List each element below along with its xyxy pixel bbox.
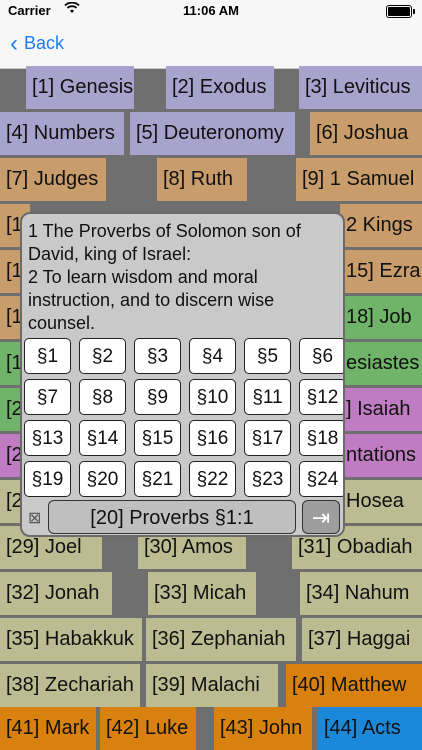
section-button[interactable]: §9 (134, 379, 181, 415)
section-button[interactable]: §8 (79, 379, 126, 415)
book-zephaniah[interactable]: [36] Zephaniah (146, 618, 296, 661)
verse-line: instruction, and to discern wise (28, 290, 275, 310)
book-nahum[interactable]: [34] Nahum (300, 572, 422, 615)
status-bar: Carrier 11:06 AM (0, 0, 422, 24)
section-button[interactable]: §6 (299, 338, 343, 374)
back-label: Back (24, 33, 65, 53)
book-1-samuel[interactable]: [9] 1 Samuel (296, 158, 422, 201)
section-button[interactable]: §15 (134, 420, 181, 456)
section-button[interactable]: §21 (134, 461, 181, 497)
battery-icon (386, 5, 415, 18)
book-john[interactable]: [43] John (214, 707, 312, 750)
section-button[interactable]: §7 (24, 379, 71, 415)
section-button[interactable]: §20 (79, 461, 126, 497)
section-button[interactable]: §1 (24, 338, 71, 374)
section-button[interactable]: §2 (79, 338, 126, 374)
section-button[interactable]: §5 (244, 338, 291, 374)
book-haggai[interactable]: [37] Haggai (302, 618, 422, 661)
navigation-bar: ‹ Back (0, 24, 422, 69)
section-button[interactable]: §18 (299, 420, 343, 456)
book-matthew[interactable]: [40] Matthew (286, 664, 422, 707)
book-isaiah[interactable]: ] Isaiah (340, 388, 422, 431)
verse-popup: 1 The Proverbs of Solomon son of David, … (20, 212, 345, 537)
book-zechariah[interactable]: [38] Zechariah (0, 664, 140, 707)
section-button[interactable]: §24 (299, 461, 343, 497)
go-to-icon[interactable]: ⇥ (302, 500, 340, 534)
section-button[interactable]: §3 (134, 338, 181, 374)
book-deuteronomy[interactable]: [5] Deuteronomy (130, 112, 295, 155)
book-ecclesiastes[interactable]: esiastes (340, 342, 422, 385)
book-acts[interactable]: [44] Acts (318, 707, 422, 750)
section-button[interactable]: §12 (299, 379, 343, 415)
book-ruth[interactable]: [8] Ruth (157, 158, 247, 201)
verse-line: David, king of Israel: (28, 244, 192, 264)
book-ezra[interactable]: 15] Ezra (340, 250, 422, 293)
current-reference-button[interactable]: [20] Proverbs §1:1 (48, 500, 296, 534)
book-habakkuk[interactable]: [35] Habakkuk (0, 618, 142, 661)
section-button[interactable]: §10 (189, 379, 236, 415)
book-leviticus[interactable]: [3] Leviticus (299, 66, 422, 109)
book-jonah[interactable]: [32] Jonah (0, 572, 112, 615)
clear-icon[interactable]: ⊠ (28, 508, 41, 528)
section-button[interactable]: §17 (244, 420, 291, 456)
book-malachi[interactable]: [39] Malachi (146, 664, 278, 707)
verse-preview: 1 The Proverbs of Solomon son of David, … (28, 220, 338, 335)
verse-line: 2 To learn wisdom and moral (28, 267, 258, 287)
book-judges[interactable]: [7] Judges (0, 158, 106, 201)
book-hosea[interactable]: Hosea (340, 480, 422, 523)
book-numbers[interactable]: [4] Numbers (0, 112, 124, 155)
book-genesis[interactable]: [1] Genesis (26, 66, 134, 109)
book-joshua[interactable]: [6] Joshua (310, 112, 422, 155)
section-button[interactable]: §23 (244, 461, 291, 497)
book-2-kings[interactable]: 2 Kings (340, 204, 422, 247)
section-button[interactable]: §19 (24, 461, 71, 497)
popup-footer: ⊠ [20] Proverbs §1:1 ⇥ (22, 498, 343, 535)
book-mark[interactable]: [41] Mark (0, 707, 96, 750)
status-time: 11:06 AM (183, 3, 239, 18)
book-job[interactable]: 18] Job (340, 296, 422, 339)
chevron-left-icon: ‹ (10, 29, 18, 57)
book-lamentations[interactable]: ntations (340, 434, 422, 477)
book-exodus[interactable]: [2] Exodus (166, 66, 274, 109)
verse-line: counsel. (28, 313, 96, 333)
section-button[interactable]: §4 (189, 338, 236, 374)
section-button[interactable]: §11 (244, 379, 291, 415)
back-button[interactable]: ‹ Back (10, 29, 65, 57)
section-button[interactable]: §13 (24, 420, 71, 456)
section-button[interactable]: §22 (189, 461, 236, 497)
book-luke[interactable]: [42] Luke (100, 707, 196, 750)
section-button[interactable]: §16 (189, 420, 236, 456)
verse-line: 1 The Proverbs of Solomon son of (28, 221, 301, 241)
section-button[interactable]: §14 (79, 420, 126, 456)
book-micah[interactable]: [33] Micah (148, 572, 256, 615)
